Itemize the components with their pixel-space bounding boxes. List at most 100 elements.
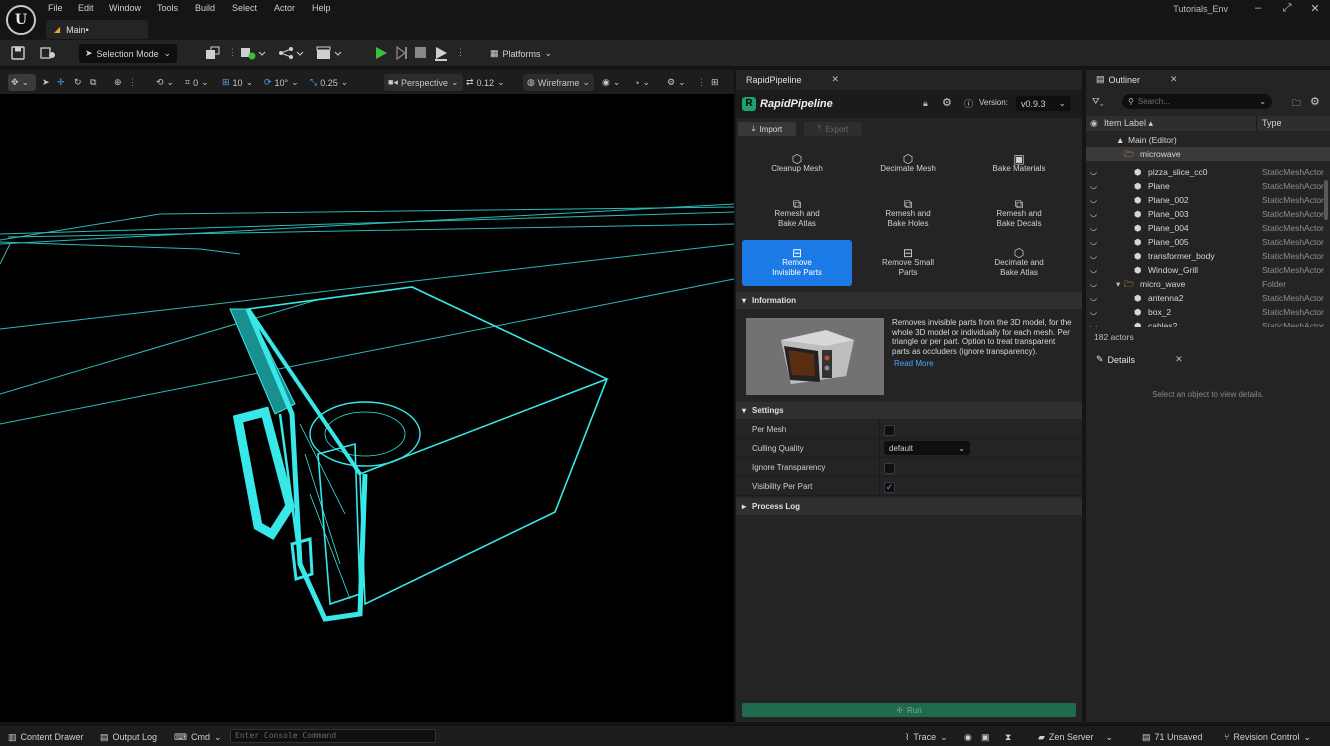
read-more-link[interactable]: Read More [894, 359, 934, 368]
level-tab[interactable]: ◢ Main• [46, 20, 148, 39]
eye-icon[interactable]: ◡ [1090, 209, 1097, 218]
outliner-row[interactable]: 🗁︎ microwave [1086, 147, 1330, 161]
unsaved-button[interactable]: ▤ 71 Unsaved [1142, 730, 1203, 744]
save-icon[interactable] [11, 46, 25, 60]
eye-icon[interactable]: ◡ [1090, 265, 1097, 274]
blueprint-icon[interactable] [278, 46, 304, 60]
unreal-logo-icon[interactable]: U [6, 5, 36, 35]
world-space-icon[interactable]: ⊕ [114, 74, 122, 91]
menu-select[interactable]: Select [232, 3, 257, 17]
show-flags-button[interactable]: ◉ ⌄ [602, 74, 620, 91]
wireframe-dropdown[interactable]: ◍ Wireframe ⌄ [523, 74, 594, 91]
console-command-input[interactable]: Enter Console Command [230, 729, 436, 743]
remesh-bake-atlas-button[interactable]: ⧉ Remesh and Bake Atlas [742, 191, 852, 237]
menu-tools[interactable]: Tools [157, 3, 178, 17]
menu-window[interactable]: Window [109, 3, 141, 17]
outliner-row[interactable]: ◡ ⬢ transformer_body StaticMeshActor [1086, 249, 1330, 263]
cinematics-icon[interactable] [316, 46, 342, 60]
settings-section-header[interactable]: ▾ Settings [736, 402, 1082, 419]
eye-icon[interactable]: ◡ [1090, 237, 1097, 246]
surface-snap-button[interactable]: ⟲ ⌄ [156, 74, 174, 91]
close-icon[interactable]: ✕ [1175, 354, 1183, 365]
platforms-dropdown[interactable]: ▦ Platforms ⌄ [486, 44, 558, 63]
outliner-row[interactable]: ◡ ⬢ antenna2 StaticMeshActor [1086, 291, 1330, 305]
screenshot-icon[interactable]: ▣ [981, 730, 990, 744]
rotation-snap-button[interactable]: ⊞ 10 ⌄ [222, 74, 253, 91]
decimate-bake-atlas-button[interactable]: ⬡ Decimate and Bake Atlas [964, 240, 1074, 286]
menu-build[interactable]: Build [195, 3, 215, 17]
angle-snap-button[interactable]: ⟳ 10° ⌄ [264, 74, 299, 91]
content-drawer-button[interactable]: ▥ Content Drawer [8, 730, 84, 744]
step-icon[interactable] [396, 46, 408, 60]
item-label-column[interactable]: Item Label ▴ [1104, 118, 1153, 129]
remove-invisible-parts-button[interactable]: ⊟ Remove Invisible Parts [742, 240, 852, 286]
version-select[interactable]: v0.9.3 ⌄ [1016, 96, 1071, 111]
menu-actor[interactable]: Actor [274, 3, 295, 17]
stop-icon[interactable] [415, 47, 426, 58]
rapid-pipeline-tab[interactable]: RapidPipeline ✕ [736, 70, 846, 89]
eye-icon[interactable]: ◡ [1090, 251, 1097, 260]
run-button[interactable]: ✢ Run [742, 703, 1076, 717]
outliner-tab[interactable]: ▤ Outliner ✕ [1086, 70, 1190, 89]
viewport-more-dots[interactable]: ⋮ [697, 74, 706, 91]
cleanup-mesh-button[interactable]: ⬡ Cleanup Mesh [742, 142, 852, 188]
information-section-header[interactable]: ▾ Information [736, 292, 1082, 309]
outliner-row[interactable]: ◡ ⬢ pizza_slice_cc0 StaticMeshActor [1086, 165, 1330, 179]
lock-icon[interactable]: 🔒︎ [923, 98, 928, 109]
level-viewport[interactable] [0, 94, 734, 722]
content-icon[interactable] [205, 46, 221, 60]
remesh-bake-decals-button[interactable]: ⧉ Remesh and Bake Decals [964, 191, 1074, 237]
remesh-bake-holes-button[interactable]: ⧉ Remesh and Bake Holes [853, 191, 963, 237]
menu-help[interactable]: Help [312, 3, 331, 17]
outliner-scrollbar[interactable] [1324, 180, 1328, 220]
viewport-layout-icon[interactable]: ⊞ [711, 74, 719, 91]
gear-icon[interactable]: ⚙ [1310, 95, 1320, 108]
eye-icon[interactable]: ◡ [1090, 167, 1097, 176]
type-column[interactable]: Type [1262, 118, 1282, 128]
add-folder-icon[interactable]: 🗀︎ [1292, 96, 1301, 112]
decimate-mesh-button[interactable]: ⬡ Decimate Mesh [853, 142, 963, 188]
outliner-row[interactable]: ◡ ⬢ Plane_005 StaticMeshActor [1086, 235, 1330, 249]
outliner-row[interactable]: ◡ ⬢ Plane_002 StaticMeshActor [1086, 193, 1330, 207]
chevron-down-icon[interactable]: ▾ [1116, 279, 1120, 290]
outliner-row[interactable]: ◡ ⬢ cables2 StaticMeshActor [1086, 319, 1330, 327]
eye-icon[interactable]: ◡ [1090, 307, 1097, 316]
outliner-row[interactable]: ◡ ⬢ Plane_004 StaticMeshActor [1086, 221, 1330, 235]
cmd-dropdown[interactable]: ⌨ Cmd ⌄ [174, 730, 222, 744]
trace-dropdown[interactable]: ⌇ Trace ⌄ [905, 730, 948, 744]
source-control-icon[interactable] [40, 46, 56, 60]
outliner-row[interactable]: ◡ ▾ 🗁︎ micro_wave Folder [1086, 277, 1330, 291]
eye-icon[interactable]: ◡ [1090, 195, 1097, 204]
process-log-section-header[interactable]: ▸ Process Log [736, 498, 1082, 515]
visibility-per-part-checkbox[interactable]: ✓ [884, 482, 895, 493]
eye-icon[interactable]: ◡ [1090, 321, 1097, 327]
close-icon[interactable]: ✕ [1170, 74, 1178, 85]
grid-snap-button[interactable]: ⌗ 0 ⌄ [185, 74, 209, 91]
outliner-row[interactable]: ◡ ⬢ Plane StaticMeshActor [1086, 179, 1330, 193]
remove-small-parts-button[interactable]: ⊟ Remove Small Parts [853, 240, 963, 286]
eject-icon[interactable] [434, 45, 448, 61]
outliner-search-input[interactable]: ⚲ Search... ⌄ [1122, 94, 1272, 109]
output-log-button[interactable]: ▤ Output Log [100, 730, 157, 744]
help-icon[interactable]: ⓘ [964, 97, 973, 110]
scale-tool-icon[interactable]: ⧉ [90, 74, 96, 91]
details-tab[interactable]: ✎ Details ✕ [1086, 350, 1190, 369]
bake-materials-button[interactable]: ▣ Bake Materials [964, 142, 1074, 188]
hourglass-icon[interactable]: ⧗ [1005, 730, 1011, 744]
gear-icon[interactable]: ⚙ [942, 96, 952, 109]
rotate-tool-icon[interactable]: ↻ [74, 74, 82, 91]
play-options-dots[interactable]: ⋮ [456, 47, 465, 58]
add-actor-icon[interactable] [240, 46, 266, 60]
close-button[interactable]: ✕ [1307, 2, 1323, 16]
outliner-row[interactable]: ◡ ⬢ Window_Grill StaticMeshActor [1086, 263, 1330, 277]
menu-edit[interactable]: Edit [78, 3, 94, 17]
eye-icon[interactable]: ◡ [1090, 223, 1097, 232]
filter-icon[interactable]: ⛛⌄ [1092, 96, 1104, 107]
perspective-dropdown[interactable]: ■◂ Perspective ⌄ [384, 74, 463, 91]
select-tool-icon[interactable]: ➤ [42, 74, 50, 91]
revision-control-dropdown[interactable]: ⑂ Revision Control ⌄ [1224, 730, 1311, 744]
outliner-row[interactable]: ◡ ⬢ box_2 StaticMeshActor [1086, 305, 1330, 319]
per-mesh-checkbox[interactable] [884, 425, 895, 436]
eye-icon[interactable]: ◡ [1090, 279, 1097, 288]
play-icon[interactable] [374, 45, 388, 61]
